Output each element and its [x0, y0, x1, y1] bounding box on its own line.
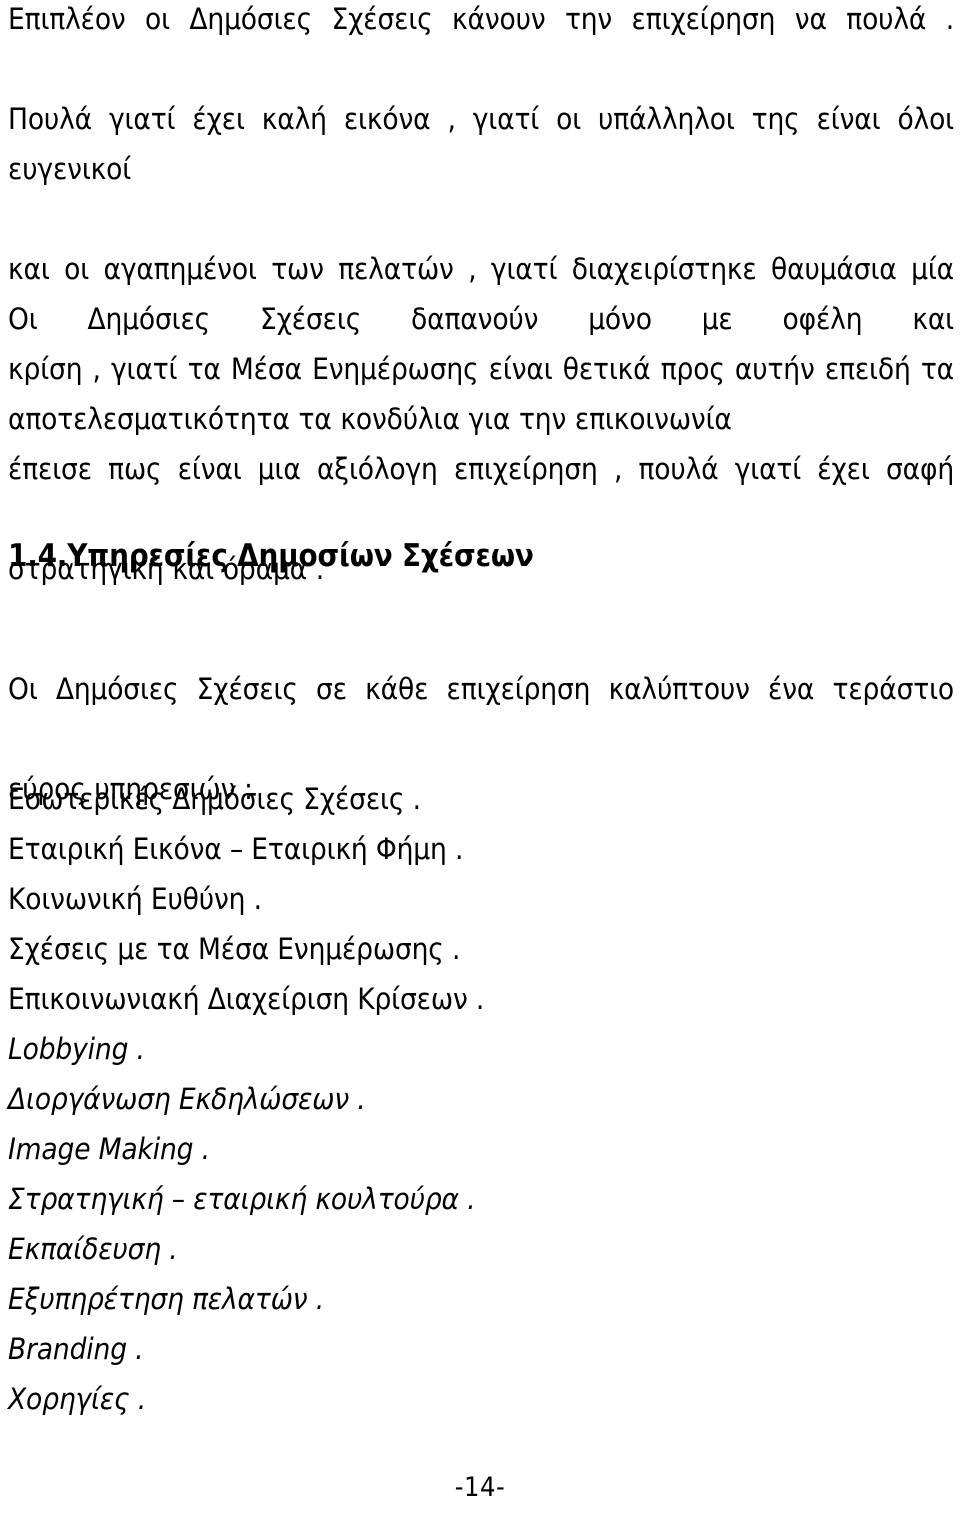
list-item: Εταιρική Εικόνα – Εταιρική Φήμη .: [8, 832, 464, 866]
paragraph-line: Επιπλέον οι Δημόσιες Σχέσεις κάνουν την …: [8, 2, 954, 36]
list-item: Χορηγίες .: [8, 1382, 147, 1416]
services-list-block: Εσωτερικές Δημόσιες Σχέσεις . Εταιρική Ε…: [8, 774, 954, 1424]
list-item: Εξυπηρέτηση πελατών .: [8, 1282, 325, 1316]
page-number: -14-: [454, 1472, 506, 1503]
paragraph-line: Οι Δημόσιες Σχέσεις δαπανούν μόνο με οφέ…: [8, 302, 954, 336]
list-item: Εκπαίδευση .: [8, 1232, 178, 1266]
list-item: Στρατηγική – εταιρική κουλτούρα .: [8, 1182, 476, 1216]
paragraph-block-two: Οι Δημόσιες Σχέσεις δαπανούν μόνο με οφέ…: [8, 294, 954, 444]
services-list: Εσωτερικές Δημόσιες Σχέσεις . Εταιρική Ε…: [8, 774, 954, 1424]
list-item: Lobbying .: [8, 1032, 145, 1066]
paragraph-line: αποτελεσματικότητα τα κονδύλια για την ε…: [8, 402, 732, 436]
document-page: Επιπλέον οι Δημόσιες Σχέσεις κάνουν την …: [0, 0, 960, 1531]
list-item: Σχέσεις με τα Μέσα Ενημέρωσης .: [8, 932, 461, 966]
list-item: Εσωτερικές Δημόσιες Σχέσεις .: [8, 782, 421, 816]
intro-line: Οι Δημόσιες Σχέσεις σε κάθε επιχείρηση κ…: [8, 672, 954, 706]
section-heading: 1.4.Υπηρεσίες Δημοσίων Σχέσεων: [8, 538, 534, 574]
paragraph-line: Πουλά γιατί έχει καλή εικόνα , γιατί οι …: [8, 102, 954, 186]
paragraph-two: Οι Δημόσιες Σχέσεις δαπανούν μόνο με οφέ…: [8, 294, 954, 444]
list-item: Επικοινωνιακή Διαχείριση Κρίσεων .: [8, 982, 485, 1016]
list-item: Διοργάνωση Εκδηλώσεων .: [8, 1082, 366, 1116]
list-item: Κοινωνική Ευθύνη .: [8, 882, 262, 916]
paragraph-line: έπεισε πως είναι μια αξιόλογη επιχείρηση…: [8, 452, 954, 486]
list-item: Image Making .: [8, 1132, 210, 1166]
list-item: Branding .: [8, 1332, 144, 1366]
